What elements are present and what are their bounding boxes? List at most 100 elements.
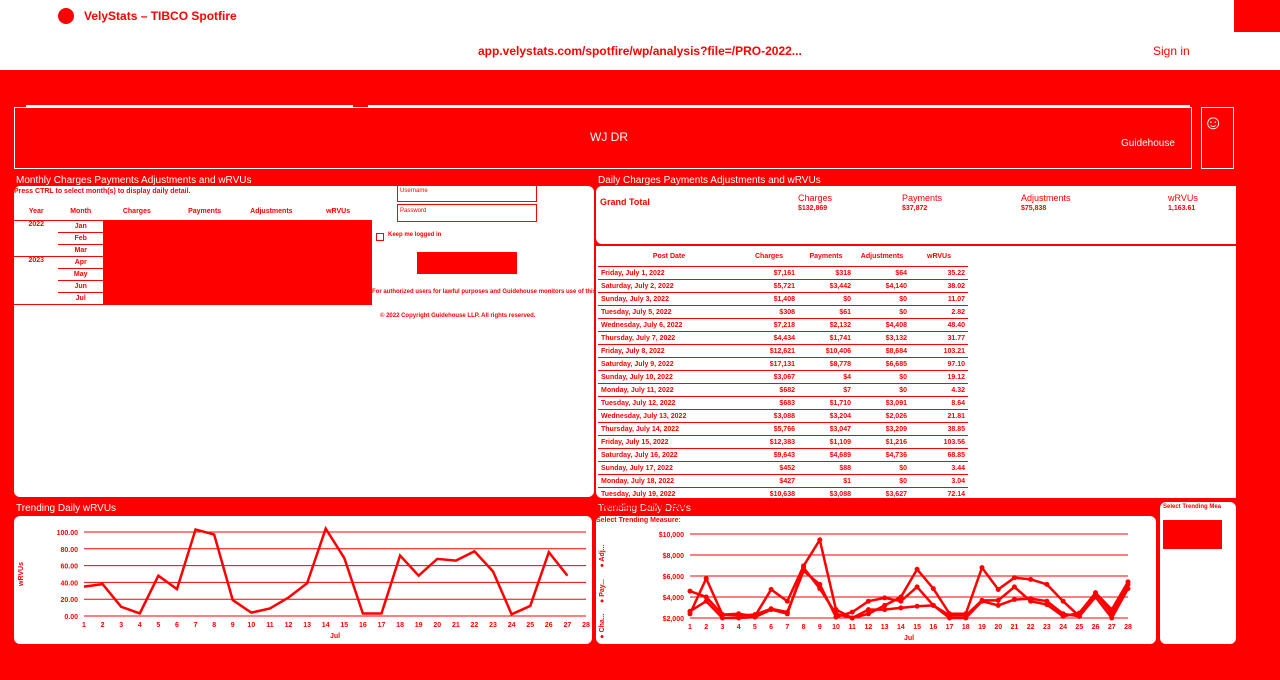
table-row[interactable]: 2022 Jan	[14, 220, 372, 305]
x-tick-label: 13	[303, 622, 311, 629]
col-payments[interactable]: Payments	[170, 202, 239, 221]
col-wrvus[interactable]: wRVUs	[910, 246, 968, 267]
month-cell[interactable]: Jan	[58, 220, 103, 233]
month-cell[interactable]: Jun	[58, 280, 103, 293]
value-cell: $0	[854, 370, 910, 384]
value-cell: $64	[854, 266, 910, 280]
table-row[interactable]: Friday, July 15, 2022 $12,383 $1,109 $1,216…	[598, 435, 968, 449]
value-cell: 38.85	[910, 422, 968, 436]
month-cell[interactable]: May	[58, 268, 103, 281]
measure-selector-list[interactable]	[1163, 520, 1222, 549]
password-field[interactable]: Password	[397, 204, 537, 222]
login-button[interactable]	[417, 252, 517, 274]
x-tick-label: 25	[1075, 624, 1083, 631]
value-cell: $4	[798, 370, 854, 384]
username-field[interactable]: Username	[397, 184, 537, 202]
table-row[interactable]: Thursday, July 14, 2022 $5,766 $3,047 $3,20…	[598, 422, 968, 436]
daily-table[interactable]: Post Date Charges Payments Adjustments w…	[598, 246, 968, 514]
col-charges[interactable]: Charges	[740, 246, 798, 267]
col-charges[interactable]: Charges	[102, 202, 171, 221]
x-tick-label: 23	[1043, 624, 1051, 631]
table-row[interactable]: Friday, July 8, 2022 $12,621 $10,406 $8,684…	[598, 344, 968, 358]
value-cell: $682	[740, 383, 798, 397]
month-cell[interactable]: Jul	[58, 292, 103, 305]
value-cell: 48.40	[910, 318, 968, 332]
table-row[interactable]: Friday, July 1, 2022 $7,161 $318 $64 35.22	[598, 266, 968, 280]
x-tick-label: 2	[704, 624, 708, 631]
monthly-table[interactable]: Year Month Charges Payments Adjustments …	[14, 202, 372, 305]
post-date-cell: Sunday, July 17, 2022	[598, 461, 740, 475]
data-point	[995, 602, 1001, 608]
table-row[interactable]: Thursday, July 7, 2022 $4,434 $1,741 $3,132…	[598, 331, 968, 345]
month-cell[interactable]: Mar	[58, 244, 103, 257]
data-point	[882, 595, 888, 601]
value-cell: $7,218	[740, 318, 798, 332]
month-cell[interactable]: Feb	[58, 232, 103, 245]
x-tick-label: 14	[322, 622, 330, 629]
col-month[interactable]: Month	[58, 202, 103, 221]
x-tick-label: 10	[832, 624, 840, 631]
x-tick-label: 21	[1011, 624, 1019, 631]
table-row[interactable]: Sunday, July 17, 2022 $452 $88 $0 3.44	[598, 461, 968, 475]
value-cell: $61	[798, 305, 854, 319]
app-favicon-icon	[58, 8, 74, 24]
monthly-values-block[interactable]	[102, 220, 372, 305]
data-point	[898, 598, 904, 604]
keep-logged-label: Keep me logged in	[388, 232, 442, 238]
keep-logged-checkbox[interactable]	[376, 233, 384, 241]
monthly-panel: Press CTRL to select month(s) to display…	[14, 184, 610, 497]
y-tick-label: 80.00	[60, 547, 78, 554]
table-row[interactable]: Tuesday, July 5, 2022 $308 $61 $0 2.82	[598, 305, 968, 319]
value-cell: $8,684	[854, 344, 910, 358]
col-year[interactable]: Year	[14, 202, 59, 221]
table-row[interactable]: Monday, July 18, 2022 $427 $1 $0 3.04	[598, 474, 968, 488]
table-row[interactable]: Tuesday, July 19, 2022 $10,638 $3,088 $3,62…	[598, 487, 968, 501]
value-cell: $6,685	[854, 357, 910, 371]
table-row[interactable]: Saturday, July 16, 2022 $9,643 $4,689 $4,73…	[598, 448, 968, 462]
sign-in-link[interactable]: Sign in	[1153, 44, 1190, 58]
value-cell: $3,091	[854, 396, 910, 410]
legend-item: ● Pay...	[599, 579, 606, 603]
x-tick-label: 1	[82, 622, 86, 629]
x-tick-label: 24	[1059, 624, 1067, 631]
post-date-cell: Tuesday, July 19, 2022	[598, 487, 740, 501]
table-row[interactable]: Wednesday, July 6, 2022 $7,218 $2,132 $4,40…	[598, 318, 968, 332]
col-adjustments[interactable]: Adjustments	[854, 246, 910, 267]
value-cell: $427	[740, 474, 798, 488]
value-cell: $4,140	[854, 279, 910, 293]
col-post-date[interactable]: Post Date	[598, 246, 740, 267]
gt-charges-value: $132,869	[798, 205, 828, 212]
table-row[interactable]: Saturday, July 9, 2022 $17,131 $8,778 $6,68…	[598, 357, 968, 371]
x-tick-label: 28	[1124, 624, 1132, 631]
table-row[interactable]: Monday, July 11, 2022 $682 $7 $0 4.32	[598, 383, 968, 397]
value-cell: 68.85	[910, 448, 968, 462]
y-tick-label: $6,000	[663, 574, 685, 581]
x-tick-label: 15	[340, 622, 348, 629]
value-cell: $7	[798, 383, 854, 397]
col-adjustments[interactable]: Adjustments	[238, 202, 305, 221]
table-row[interactable]: Sunday, July 10, 2022 $3,067 $4 $0 19.12	[598, 370, 968, 384]
value-cell: $2,640	[798, 500, 854, 514]
table-row[interactable]: Saturday, July 2, 2022 $5,721 $3,442 $4,140…	[598, 279, 968, 293]
x-tick-label: 3	[119, 622, 123, 629]
post-date-cell: Friday, July 8, 2022	[598, 344, 740, 358]
col-payments[interactable]: Payments	[798, 246, 854, 267]
dollars-trend-chart[interactable]: $2,000$4,000$6,000$8,000$10,0001 2 3 4 5 6 7 8 9…	[596, 516, 1156, 644]
table-row[interactable]: Tuesday, July 12, 2022 $683 $1,710 $3,091 8.…	[598, 396, 968, 410]
value-cell: $3,442	[798, 279, 854, 293]
address-bar[interactable]: app.velystats.com/spotfire/wp/analysis?f…	[478, 44, 802, 58]
col-wrvus[interactable]: wRVUs	[304, 202, 372, 221]
x-tick-label: 11	[266, 622, 274, 629]
month-cell[interactable]: Apr	[58, 256, 103, 269]
value-cell: $4,408	[854, 318, 910, 332]
value-cell: $3,067	[740, 370, 798, 384]
value-cell: $1,109	[798, 435, 854, 449]
table-row[interactable]: Wednesday, July 20, 2022 $6,098 $2,640 $2,4…	[598, 500, 968, 514]
wrvu-trend-chart[interactable]: 0.0020.0040.0060.0080.00100.001 2 3 4 5 6 7 8 9 1…	[14, 516, 592, 644]
y-tick-label: 0.00	[64, 614, 78, 621]
table-row[interactable]: Sunday, July 3, 2022 $1,408 $0 $0 11.07	[598, 292, 968, 306]
table-row[interactable]: Wednesday, July 13, 2022 $3,088 $3,204 $2,0…	[598, 409, 968, 423]
data-point	[752, 614, 758, 620]
x-tick-label: 22	[471, 622, 479, 629]
user-icon[interactable]: ☺	[1203, 112, 1223, 135]
